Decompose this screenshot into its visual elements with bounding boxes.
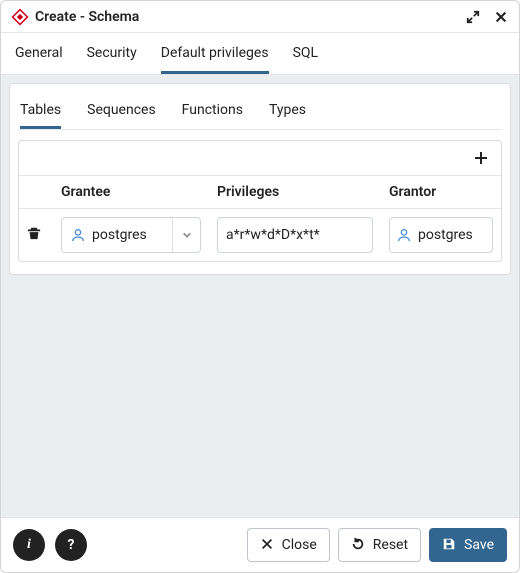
header-delete <box>19 176 53 209</box>
header-grantor: Grantor <box>381 176 501 209</box>
reset-icon <box>351 537 367 553</box>
save-button[interactable]: Save <box>429 528 507 562</box>
user-icon <box>396 227 412 243</box>
window-controls <box>465 9 509 25</box>
privileges-value: a*r*w*d*D*x*t* <box>226 227 320 243</box>
content-area: Tables Sequences Functions Types Gr <box>1 75 519 517</box>
tab-sql[interactable]: SQL <box>293 33 318 74</box>
close-x-icon <box>260 537 276 553</box>
schema-icon <box>11 8 29 26</box>
grid-table: Grantee Privileges Grantor <box>19 175 501 261</box>
help-icon: ? <box>68 537 75 553</box>
header-privileges: Privileges <box>209 176 381 209</box>
default-privileges-panel: Tables Sequences Functions Types Gr <box>9 83 511 275</box>
close-icon[interactable] <box>493 9 509 25</box>
titlebar: Create - Schema <box>1 1 519 33</box>
add-row-button[interactable] <box>471 148 491 168</box>
info-icon: i <box>27 537 31 553</box>
subtab-functions[interactable]: Functions <box>182 94 243 129</box>
save-label: Save <box>464 537 494 553</box>
chevron-down-icon <box>172 218 200 252</box>
top-tabs: General Security Default privileges SQL <box>1 33 519 75</box>
expand-button[interactable] <box>465 9 481 25</box>
dialog-title: Create - Schema <box>35 9 465 25</box>
grantor-value: postgres <box>418 227 473 243</box>
tab-general[interactable]: General <box>15 33 63 74</box>
save-icon <box>442 537 458 553</box>
grid-toolbar <box>19 141 501 175</box>
close-button[interactable]: Close <box>247 528 330 562</box>
delete-row-button[interactable] <box>27 225 41 241</box>
grantor-field[interactable]: postgres <box>389 217 493 253</box>
subtab-tables[interactable]: Tables <box>20 94 61 129</box>
privileges-grid: Grantee Privileges Grantor <box>18 140 502 262</box>
help-button[interactable]: ? <box>55 529 87 561</box>
grid-header-row: Grantee Privileges Grantor <box>19 176 501 209</box>
subtab-types[interactable]: Types <box>269 94 306 129</box>
user-icon <box>70 227 86 243</box>
info-button[interactable]: i <box>13 529 45 561</box>
privileges-input[interactable]: a*r*w*d*D*x*t* <box>217 217 373 253</box>
tab-security[interactable]: Security <box>87 33 137 74</box>
table-row: postgres a*r*w*d*D*x*t* <box>19 209 501 262</box>
grantee-value: postgres <box>92 227 147 243</box>
create-schema-dialog: Create - Schema General Security Default… <box>0 0 520 573</box>
tab-default-privileges[interactable]: Default privileges <box>161 33 269 74</box>
privilege-sub-tabs: Tables Sequences Functions Types <box>18 90 502 130</box>
subtab-sequences[interactable]: Sequences <box>87 94 156 129</box>
close-label: Close <box>282 537 317 553</box>
grantee-select[interactable]: postgres <box>61 217 201 253</box>
header-grantee: Grantee <box>53 176 209 209</box>
reset-button[interactable]: Reset <box>338 528 421 562</box>
reset-label: Reset <box>373 537 408 553</box>
dialog-footer: i ? Close Reset <box>1 517 519 572</box>
